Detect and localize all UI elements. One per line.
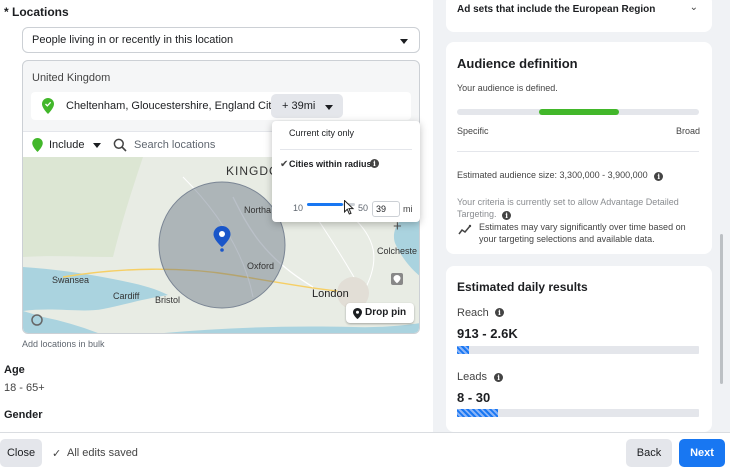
european-region-label: Ad sets that include the European Region <box>457 4 656 15</box>
audience-meter-fill <box>539 109 619 115</box>
radius-slider[interactable] <box>307 203 343 206</box>
map-label-colchester: Colcheste <box>377 246 418 256</box>
reach-bar <box>457 346 699 354</box>
divider <box>457 151 699 152</box>
back-button[interactable]: Back <box>626 439 672 467</box>
age-value[interactable]: 18 - 65+ <box>4 382 45 394</box>
gender-label: Gender <box>4 409 43 421</box>
meter-broad-label: Broad <box>675 126 700 136</box>
map-label-cardiff: Cardiff <box>113 291 140 301</box>
leads-label: Leads i <box>457 371 504 383</box>
include-pin-icon <box>32 138 43 152</box>
daily-results-title: Estimated daily results <box>457 280 588 294</box>
chevron-down-icon[interactable] <box>93 143 101 148</box>
drop-pin-label: Drop pin <box>365 307 407 318</box>
criteria-note-text: Your criteria is currently set to allow … <box>457 197 679 219</box>
scrollbar[interactable] <box>720 234 723 384</box>
radius-max: 50 <box>358 203 369 213</box>
audience-status: Your audience is defined. <box>457 83 558 93</box>
leads-label-text: Leads <box>457 371 487 383</box>
check-icon: ✓ <box>52 448 62 460</box>
country-label: United Kingdom <box>32 72 111 84</box>
european-region-card[interactable]: Ad sets that include the European Region… <box>446 0 712 32</box>
estimated-audience-size: Estimated audience size: 3,300,000 - 3,9… <box>457 170 664 181</box>
leads-bar <box>457 409 699 417</box>
map-label-northampton: Northa <box>244 205 272 215</box>
selected-location-label[interactable]: Cheltenham, Gloucestershire, England Cit… <box>66 100 277 112</box>
radius-unit: mi <box>403 204 413 214</box>
leads-bar-fill <box>457 409 499 417</box>
add-locations-bulk-link[interactable]: Add locations in bulk <box>22 339 105 349</box>
radius-button[interactable]: + 39mi <box>271 94 343 118</box>
search-icon <box>113 138 127 152</box>
reach-value: 913 - 2.6K <box>457 326 518 341</box>
chevron-down-icon[interactable]: ⌄ <box>690 2 698 13</box>
estimate-warning: Estimates may vary significantly over ti… <box>479 222 686 244</box>
pin-icon <box>353 308 362 319</box>
info-icon[interactable]: i <box>654 172 664 181</box>
mouse-cursor-icon <box>344 200 355 215</box>
save-status: All edits saved <box>67 447 138 459</box>
info-icon[interactable]: i <box>370 159 379 168</box>
info-icon[interactable]: i <box>502 211 512 220</box>
chevron-down-icon <box>400 39 408 44</box>
criteria-note: Your criteria is currently set to allow … <box>457 196 699 220</box>
map-label-oxford: Oxford <box>247 261 275 271</box>
audience-definition-title: Audience definition <box>457 56 578 71</box>
option-cities-within-radius-label: Cities within radius <box>289 159 372 169</box>
locations-title: * Locations <box>4 5 69 19</box>
radius-value-input[interactable]: 39 <box>372 201 400 217</box>
drop-pin-button[interactable]: Drop pin <box>346 303 414 323</box>
daily-results-card: Estimated daily results Reach 913 - 2.6K… <box>446 266 712 432</box>
estimated-audience-size-text: Estimated audience size: 3,300,000 - 3,9… <box>457 170 648 180</box>
chevron-down-icon <box>325 105 333 110</box>
map-label-swansea: Swansea <box>52 275 90 285</box>
close-button[interactable]: Close <box>0 439 42 467</box>
selected-location-row: Cheltenham, Gloucestershire, England Cit… <box>31 92 411 120</box>
next-button[interactable]: Next <box>679 439 725 467</box>
location-type-value: People living in or recently in this loc… <box>32 34 234 46</box>
map-label-london: London <box>312 288 349 300</box>
footer-bar: Close ✓ All edits saved Back Next <box>0 432 730 471</box>
reach-bar-fill <box>457 346 470 354</box>
radius-min: 10 <box>293 203 304 213</box>
location-pin-icon <box>42 98 54 114</box>
divider <box>280 149 412 150</box>
trend-icon <box>458 224 472 235</box>
map-label-bristol: Bristol <box>155 295 181 305</box>
info-icon[interactable]: i <box>494 373 504 382</box>
audience-meter <box>457 109 699 115</box>
age-label: Age <box>4 364 25 376</box>
leads-value: 8 - 30 <box>457 390 491 405</box>
search-locations-input[interactable]: Search locations <box>134 139 215 151</box>
meter-specific-label: Specific <box>457 126 489 136</box>
option-cities-within-radius[interactable]: Cities within radius <box>289 159 372 169</box>
check-icon: ✔ <box>280 159 289 170</box>
include-dropdown[interactable]: Include <box>49 139 84 151</box>
info-icon[interactable]: i <box>495 308 504 317</box>
option-current-city-only[interactable]: Current city only <box>289 128 354 138</box>
radius-label: + 39mi <box>282 100 316 112</box>
audience-definition-card: Audience definition Your audience is def… <box>446 42 712 254</box>
location-type-select[interactable]: People living in or recently in this loc… <box>22 27 420 53</box>
reach-label: Reach <box>457 307 489 319</box>
